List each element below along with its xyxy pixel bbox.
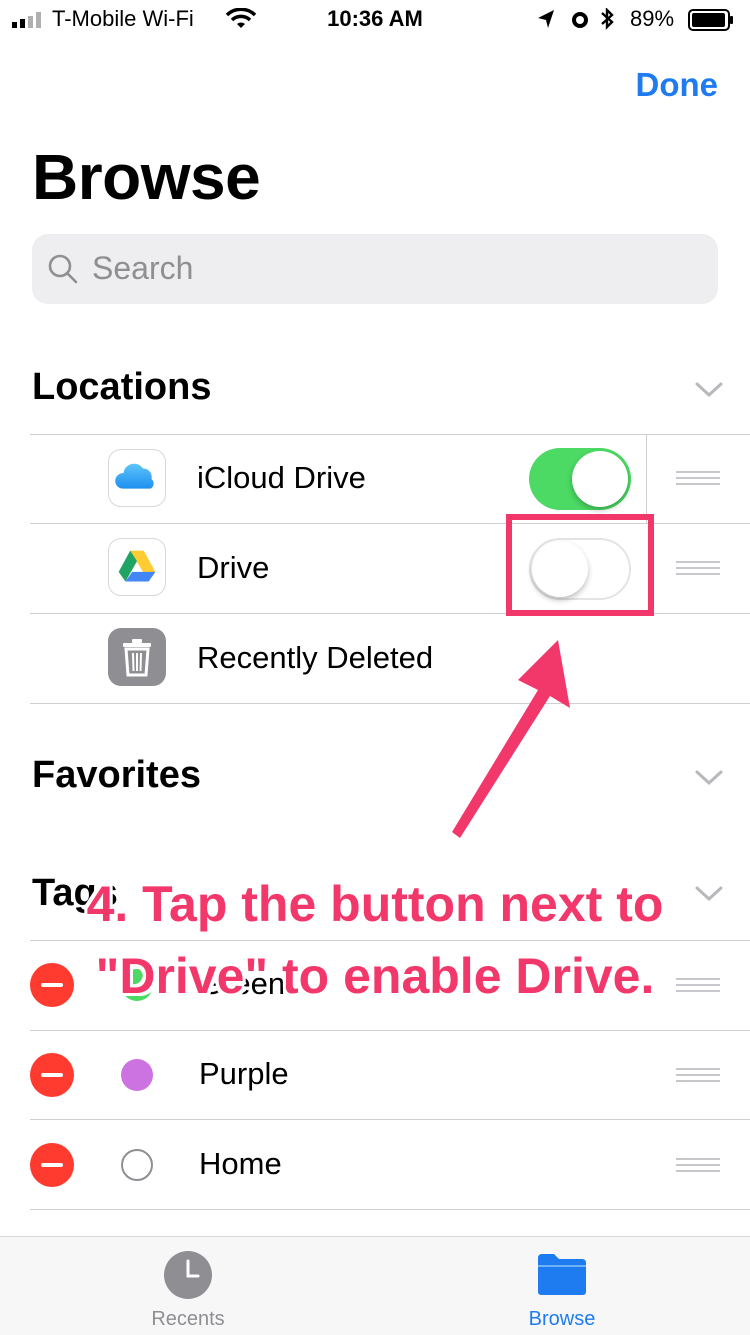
- location-label-drive: Drive: [197, 550, 270, 585]
- page-title: Browse: [32, 141, 261, 213]
- google-drive-icon: [108, 538, 166, 596]
- tag-label-home: Home: [199, 1146, 282, 1181]
- tag-color-home: [121, 1149, 153, 1181]
- annotation-arrow-icon: [452, 640, 570, 838]
- tab-browse[interactable]: Browse: [462, 1240, 662, 1334]
- toggle-knob: [572, 451, 628, 507]
- folder-icon: [538, 1254, 586, 1295]
- status-bar: T-Mobile Wi-Fi 10:36 AM 89%: [0, 0, 750, 40]
- battery-percent: 89%: [630, 6, 675, 31]
- battery-icon: [688, 9, 733, 31]
- annotation-text-line-1: 4. Tap the button next to: [86, 876, 664, 932]
- chevron-down-icon[interactable]: [694, 768, 724, 788]
- search-icon: [48, 254, 78, 284]
- favorites-header: Favorites: [32, 754, 201, 796]
- icloud-drive-toggle[interactable]: [529, 448, 631, 510]
- tab-recents[interactable]: Recents: [88, 1240, 288, 1334]
- icloud-drive-icon: [108, 449, 166, 507]
- done-button[interactable]: Done: [600, 66, 719, 104]
- locations-header: Locations: [32, 366, 212, 408]
- chevron-down-icon[interactable]: [694, 380, 724, 400]
- location-alarm-bluetooth-icons: [538, 8, 614, 30]
- divider: [30, 1030, 750, 1031]
- delete-tag-button[interactable]: [30, 1143, 74, 1187]
- reorder-handle-icon[interactable]: [676, 560, 720, 576]
- search-placeholder: Search: [92, 250, 194, 286]
- reorder-handle-icon[interactable]: [676, 1157, 720, 1173]
- divider: [30, 1119, 750, 1120]
- clock-icon: [164, 1251, 212, 1299]
- divider: [30, 1209, 750, 1210]
- tag-label-purple: Purple: [199, 1056, 289, 1091]
- tab-label-browse: Browse: [528, 1308, 596, 1330]
- location-label-icloud: iCloud Drive: [197, 460, 366, 495]
- tag-color-purple: [121, 1059, 153, 1091]
- tab-label-recents: Recents: [151, 1308, 225, 1330]
- reorder-handle-icon[interactable]: [676, 1067, 720, 1083]
- reorder-handle-icon[interactable]: [676, 470, 720, 486]
- divider: [30, 434, 750, 435]
- annotation-highlight-box: [506, 514, 654, 616]
- delete-tag-button[interactable]: [30, 1053, 74, 1097]
- divider-vertical: [646, 435, 647, 523]
- trash-icon: [108, 628, 166, 686]
- location-label-recently-deleted: Recently Deleted: [197, 640, 434, 675]
- annotation-text-line-2: "Drive" to enable Drive.: [95, 948, 655, 1004]
- divider: [30, 703, 750, 704]
